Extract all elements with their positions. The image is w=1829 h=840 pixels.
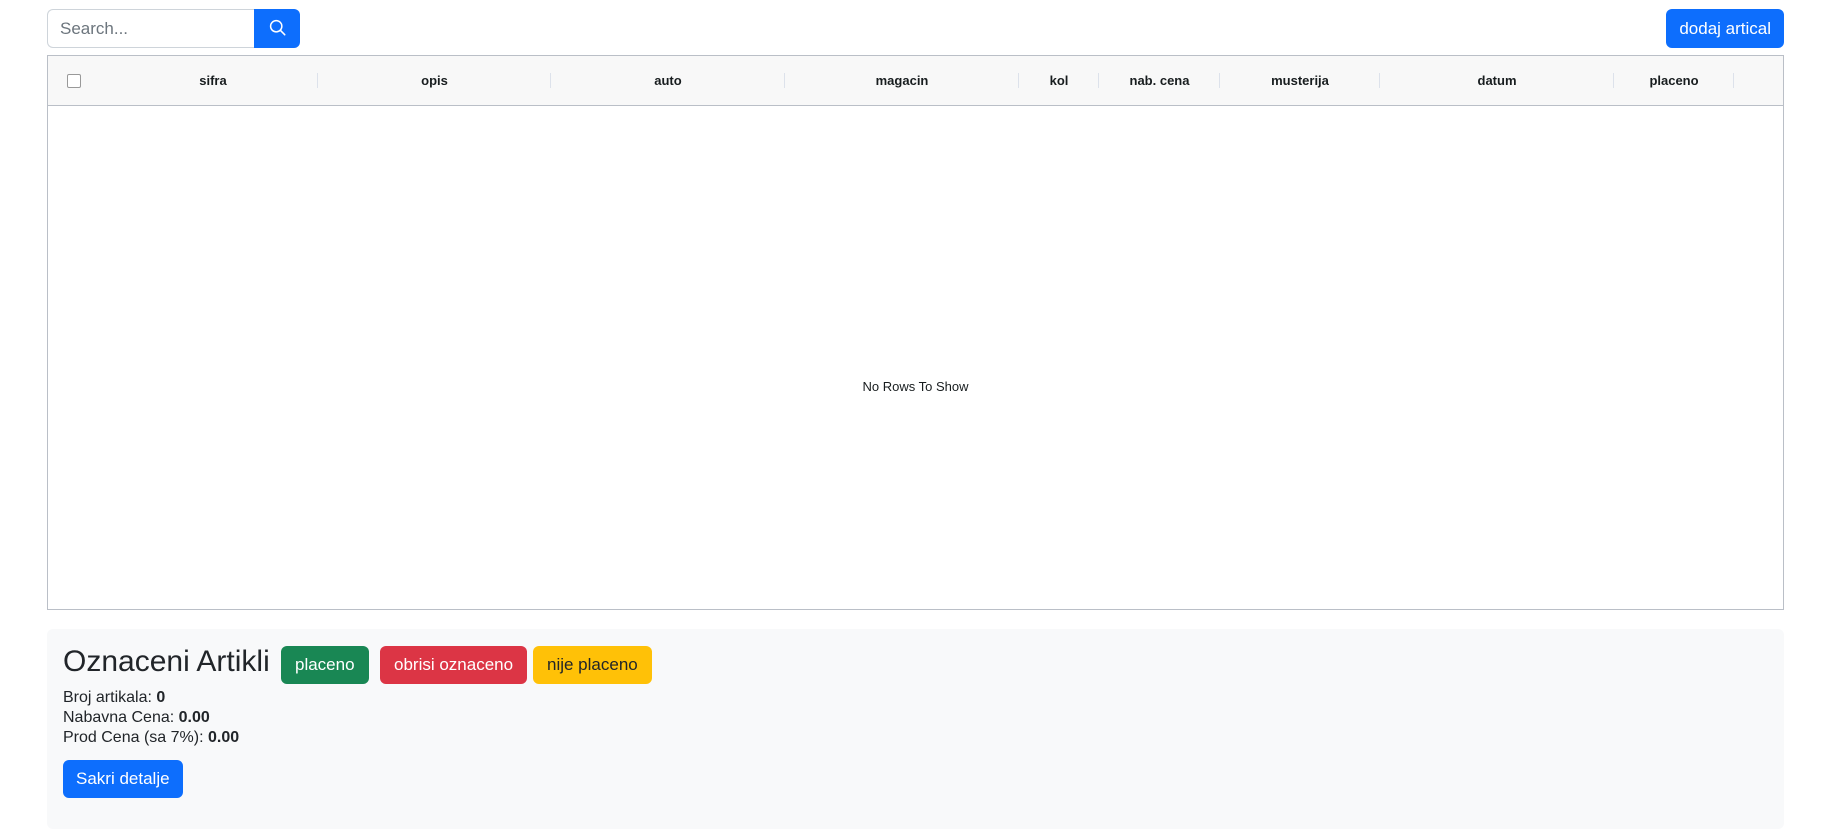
summary-stats: Broj artikala: 0 Nabavna Cena: 0.00 Prod… [63,688,239,748]
column-header-label: musterija [1271,73,1329,88]
no-rows-message: No Rows To Show [862,379,969,394]
column-header-label: datum [1477,73,1517,88]
column-header-sifra[interactable]: sifra [108,56,318,105]
search-input[interactable] [47,9,254,48]
select-all-checkbox[interactable] [67,73,81,88]
delete-selected-button[interactable]: obrisi oznaceno [380,646,528,684]
mark-paid-button[interactable]: placeno [281,646,369,684]
column-header-nab-cena[interactable]: nab. cena [1099,56,1220,105]
add-article-button[interactable]: dodaj artical [1666,9,1784,48]
column-header-auto[interactable]: auto [551,56,785,105]
stat-label: Broj artikala: [63,689,152,706]
column-header-label: magacin [875,73,929,88]
stat-label: Nabavna Cena: [63,709,175,726]
column-header-label: auto [654,73,682,88]
articles-grid: sifra opis auto magacin kol nab. cena mu… [47,55,1784,610]
column-header-placeno[interactable]: placeno [1614,56,1734,105]
stat-article-count: Broj artikala: 0 [63,688,239,708]
column-header-musterija[interactable]: musterija [1220,56,1380,105]
column-header-label: nab. cena [1129,73,1190,88]
search-icon [269,19,286,39]
column-header-label: opis [421,73,448,88]
column-resize-handle[interactable] [1733,73,1734,88]
header-select-all-cell [48,56,108,105]
toolbar: dodaj artical [47,9,1784,48]
column-header-opis[interactable]: opis [318,56,551,105]
mark-unpaid-button[interactable]: nije placeno [533,646,652,684]
grid-header: sifra opis auto magacin kol nab. cena mu… [48,56,1783,106]
column-header-label: placeno [1649,73,1699,88]
search-button[interactable] [254,9,300,48]
stat-value: 0 [156,689,166,706]
column-header-label: sifra [199,73,227,88]
stat-label: Prod Cena (sa 7%): [63,729,204,746]
stat-value: 0.00 [178,709,210,726]
column-header-magacin[interactable]: magacin [785,56,1019,105]
hide-details-button[interactable]: Sakri detalje [63,760,183,798]
stat-purchase-price: Nabavna Cena: 0.00 [63,708,239,728]
column-header-label: kol [1049,73,1069,88]
grid-body: No Rows To Show [48,106,1783,609]
column-header-datum[interactable]: datum [1380,56,1614,105]
column-header-kol[interactable]: kol [1019,56,1099,105]
panel-title: Oznaceni Artikli [63,645,270,678]
stat-sale-price: Prod Cena (sa 7%): 0.00 [63,728,239,748]
search-group [47,9,300,48]
selected-articles-panel: Oznaceni Artikli placeno obrisi oznaceno… [47,629,1784,829]
stat-value: 0.00 [207,729,240,746]
